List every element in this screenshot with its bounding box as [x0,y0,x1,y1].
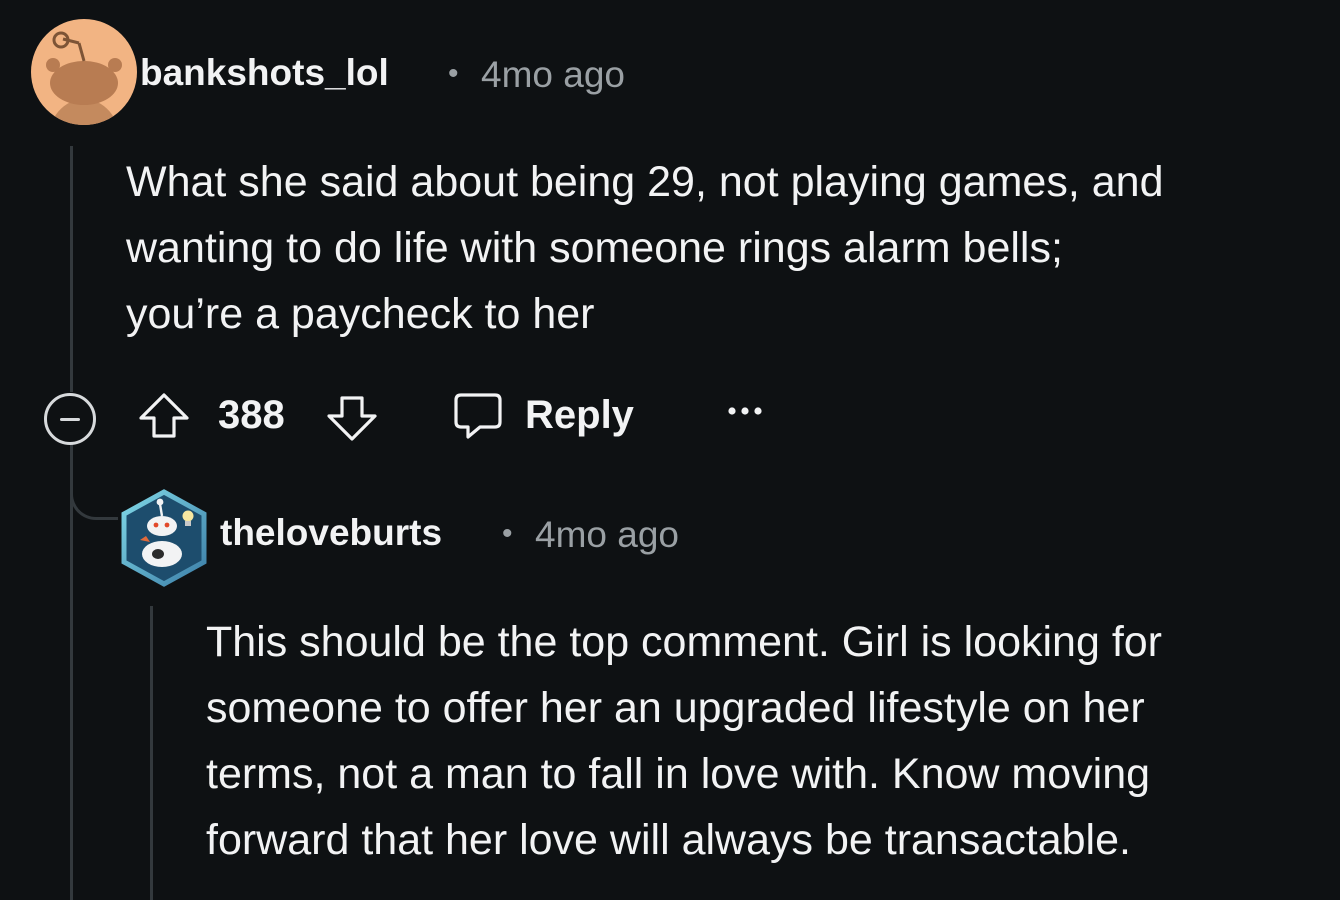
vote-count: 388 [218,393,285,437]
avatar[interactable] [31,19,137,125]
arrow-down-icon [327,396,377,441]
comment-body-line: wanting to do life with someone rings al… [126,224,1063,272]
comment-body-line: forward that her love will always be tra… [206,816,1131,864]
comment-body-line: This should be the top comment. Girl is … [206,618,1162,666]
speech-bubble-icon [454,393,502,439]
minus-icon [60,418,80,421]
reply-button-label[interactable]: Reply [525,392,634,438]
comment-timestamp[interactable]: 4mo ago [535,514,679,556]
arrow-up-icon [139,393,189,438]
thread-line[interactable] [150,606,153,900]
comment-author[interactable]: bankshots_lol [140,52,389,94]
more-options-button[interactable] [726,403,766,419]
meta-separator: • [448,57,459,90]
collapse-button[interactable] [44,393,96,445]
meta-separator: • [502,517,513,550]
comment-body-line: What she said about being 29, not playin… [126,158,1164,206]
comment-body-line: terms, not a man to fall in love with. K… [206,750,1151,798]
downvote-button[interactable] [324,392,380,444]
snoo-avatar-icon [121,489,207,587]
reply-button[interactable] [452,391,504,441]
thread-line[interactable] [70,146,73,392]
comment-timestamp[interactable]: 4mo ago [481,54,625,96]
comment-body-line: you’re a paycheck to her [126,290,595,338]
thread-connector [70,470,118,520]
comment-body-line: someone to offer her an upgraded lifesty… [206,684,1145,732]
thread-line[interactable] [70,438,73,900]
snoo-avatar-icon [46,31,122,125]
avatar[interactable] [116,488,212,588]
ellipsis-icon [728,407,762,415]
comment-author[interactable]: theloveburts [220,512,442,554]
upvote-button[interactable] [136,390,192,442]
